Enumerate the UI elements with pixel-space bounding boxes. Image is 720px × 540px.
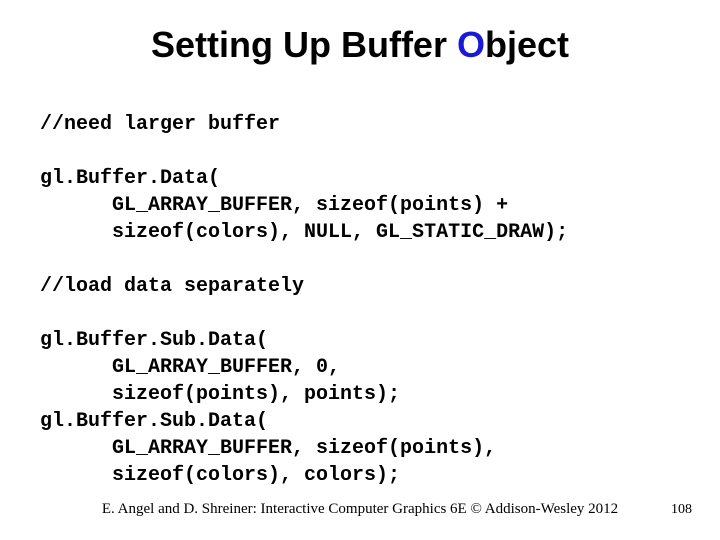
slide-title: Setting Up Buffer Object	[40, 24, 680, 66]
title-accent-letter: O	[457, 24, 485, 65]
code-line: GL_ARRAY_BUFFER, 0,	[40, 356, 340, 379]
title-prefix: Setting Up Buffer	[151, 24, 457, 65]
code-block: //need larger buffer gl.Buffer.Data( GL_…	[40, 84, 680, 489]
code-line: sizeof(colors), colors);	[40, 464, 400, 487]
code-line: sizeof(points), points);	[40, 383, 400, 406]
code-line: gl.Buffer.Data(	[40, 167, 220, 190]
code-line: GL_ARRAY_BUFFER, sizeof(points) +	[40, 194, 508, 217]
title-accent-rest: bject	[485, 24, 569, 65]
code-line: GL_ARRAY_BUFFER, sizeof(points),	[40, 437, 496, 460]
code-comment: //load data separately	[40, 275, 304, 298]
slide: Setting Up Buffer Object //need larger b…	[0, 0, 720, 540]
page-number: 108	[671, 502, 692, 518]
footer-credit: E. Angel and D. Shreiner: Interactive Co…	[0, 501, 720, 518]
code-comment: //need larger buffer	[40, 113, 280, 136]
code-line: gl.Buffer.Sub.Data(	[40, 329, 268, 352]
slide-footer: E. Angel and D. Shreiner: Interactive Co…	[0, 501, 720, 518]
code-line: sizeof(colors), NULL, GL_STATIC_DRAW);	[40, 221, 568, 244]
code-line: gl.Buffer.Sub.Data(	[40, 410, 268, 433]
